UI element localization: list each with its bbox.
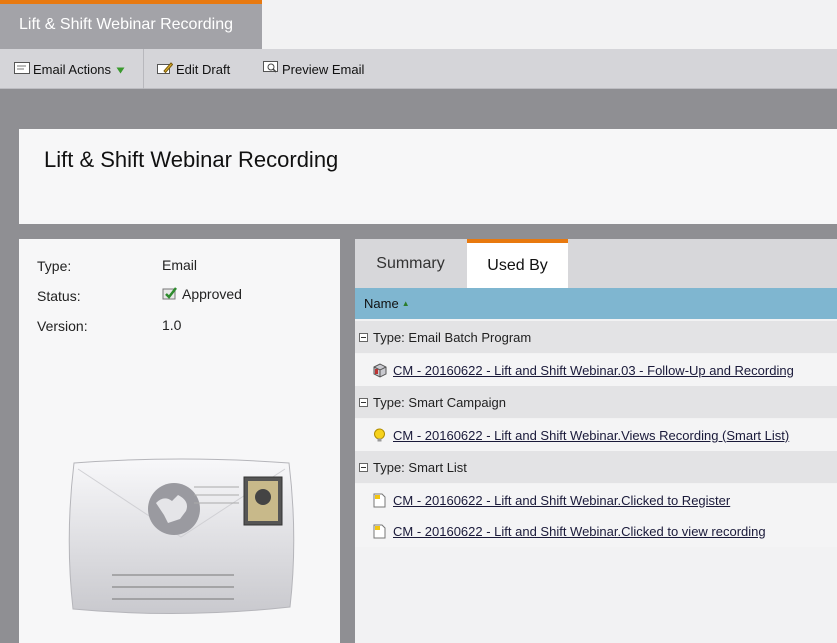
edit-icon bbox=[157, 61, 174, 78]
page-title: Lift & Shift Webinar Recording bbox=[44, 147, 339, 172]
lightbulb-icon bbox=[372, 428, 387, 443]
group-label: Type: Smart List bbox=[373, 459, 467, 475]
edit-draft-label: Edit Draft bbox=[176, 61, 231, 77]
tab-summary[interactable]: Summary bbox=[355, 239, 466, 288]
group-label: Type: Email Batch Program bbox=[373, 329, 532, 345]
status-value: Approved bbox=[162, 286, 242, 302]
list-item[interactable]: CM - 20160622 - Lift and Shift Webinar.V… bbox=[355, 419, 837, 451]
type-value: Email bbox=[162, 257, 198, 273]
tab-title: Lift & Shift Webinar Recording bbox=[19, 16, 234, 33]
toolbar: Email Actions Edit Draft Preview Email bbox=[0, 49, 837, 89]
group-label: Type: Smart Campaign bbox=[373, 394, 506, 410]
email-envelope-illustration bbox=[64, 457, 299, 630]
used-by-link[interactable]: CM - 20160622 - Lift and Shift Webinar.C… bbox=[393, 524, 766, 539]
used-by-link[interactable]: CM - 20160622 - Lift and Shift Webinar.V… bbox=[393, 428, 789, 443]
version-label: Version: bbox=[37, 318, 88, 334]
preview-icon bbox=[263, 61, 279, 77]
version-value: 1.0 bbox=[162, 317, 182, 333]
group-email-batch-program[interactable]: Type: Email Batch Program bbox=[355, 321, 837, 353]
info-panel: Type: Email Status: Approved Version: 1.… bbox=[19, 239, 340, 643]
preview-email-label: Preview Email bbox=[282, 61, 365, 77]
program-icon bbox=[372, 362, 387, 378]
used-by-link[interactable]: CM - 20160622 - Lift and Shift Webinar.C… bbox=[393, 493, 730, 508]
group-smart-campaign[interactable]: Type: Smart Campaign bbox=[355, 386, 837, 418]
list-item[interactable]: CM - 20160622 - Lift and Shift Webinar.C… bbox=[355, 484, 837, 516]
tab-strip: Lift & Shift Webinar Recording bbox=[0, 0, 837, 49]
list-item[interactable]: CM - 20160622 - Lift and Shift Webinar.0… bbox=[355, 354, 837, 386]
smart-list-icon bbox=[372, 493, 387, 508]
detail-tabs: Summary Used By bbox=[355, 239, 837, 288]
email-actions-button[interactable]: Email Actions bbox=[14, 49, 125, 89]
status-label: Status: bbox=[37, 288, 81, 304]
status-text: Approved bbox=[182, 286, 242, 302]
type-label: Type: bbox=[37, 258, 72, 274]
chevron-down-icon bbox=[116, 62, 125, 77]
column-title: Name bbox=[364, 296, 399, 311]
email-actions-label: Email Actions bbox=[33, 61, 112, 77]
edit-draft-button[interactable]: Edit Draft bbox=[157, 49, 230, 89]
collapse-icon[interactable] bbox=[359, 397, 368, 407]
name-column-header[interactable]: Name ▲ bbox=[355, 288, 837, 319]
sort-ascending-icon: ▲ bbox=[401, 299, 410, 308]
email-icon bbox=[14, 61, 30, 77]
tab-used-by[interactable]: Used By bbox=[467, 239, 568, 288]
collapse-icon[interactable] bbox=[359, 462, 368, 472]
asset-header: Lift & Shift Webinar Recording bbox=[19, 129, 837, 224]
toolbar-divider bbox=[143, 49, 144, 89]
preview-email-button[interactable]: Preview Email bbox=[263, 49, 364, 89]
collapse-icon[interactable] bbox=[359, 332, 368, 342]
list-item[interactable]: CM - 20160622 - Lift and Shift Webinar.C… bbox=[355, 515, 837, 547]
smart-list-icon bbox=[372, 524, 387, 539]
used-by-pane: Summary Used By Name ▲ Type: Email Batch … bbox=[355, 239, 837, 643]
approved-check-icon bbox=[162, 286, 178, 302]
group-smart-list[interactable]: Type: Smart List bbox=[355, 451, 837, 483]
used-by-link[interactable]: CM - 20160622 - Lift and Shift Webinar.0… bbox=[393, 363, 794, 378]
tab-email-document[interactable]: Lift & Shift Webinar Recording bbox=[0, 0, 262, 49]
